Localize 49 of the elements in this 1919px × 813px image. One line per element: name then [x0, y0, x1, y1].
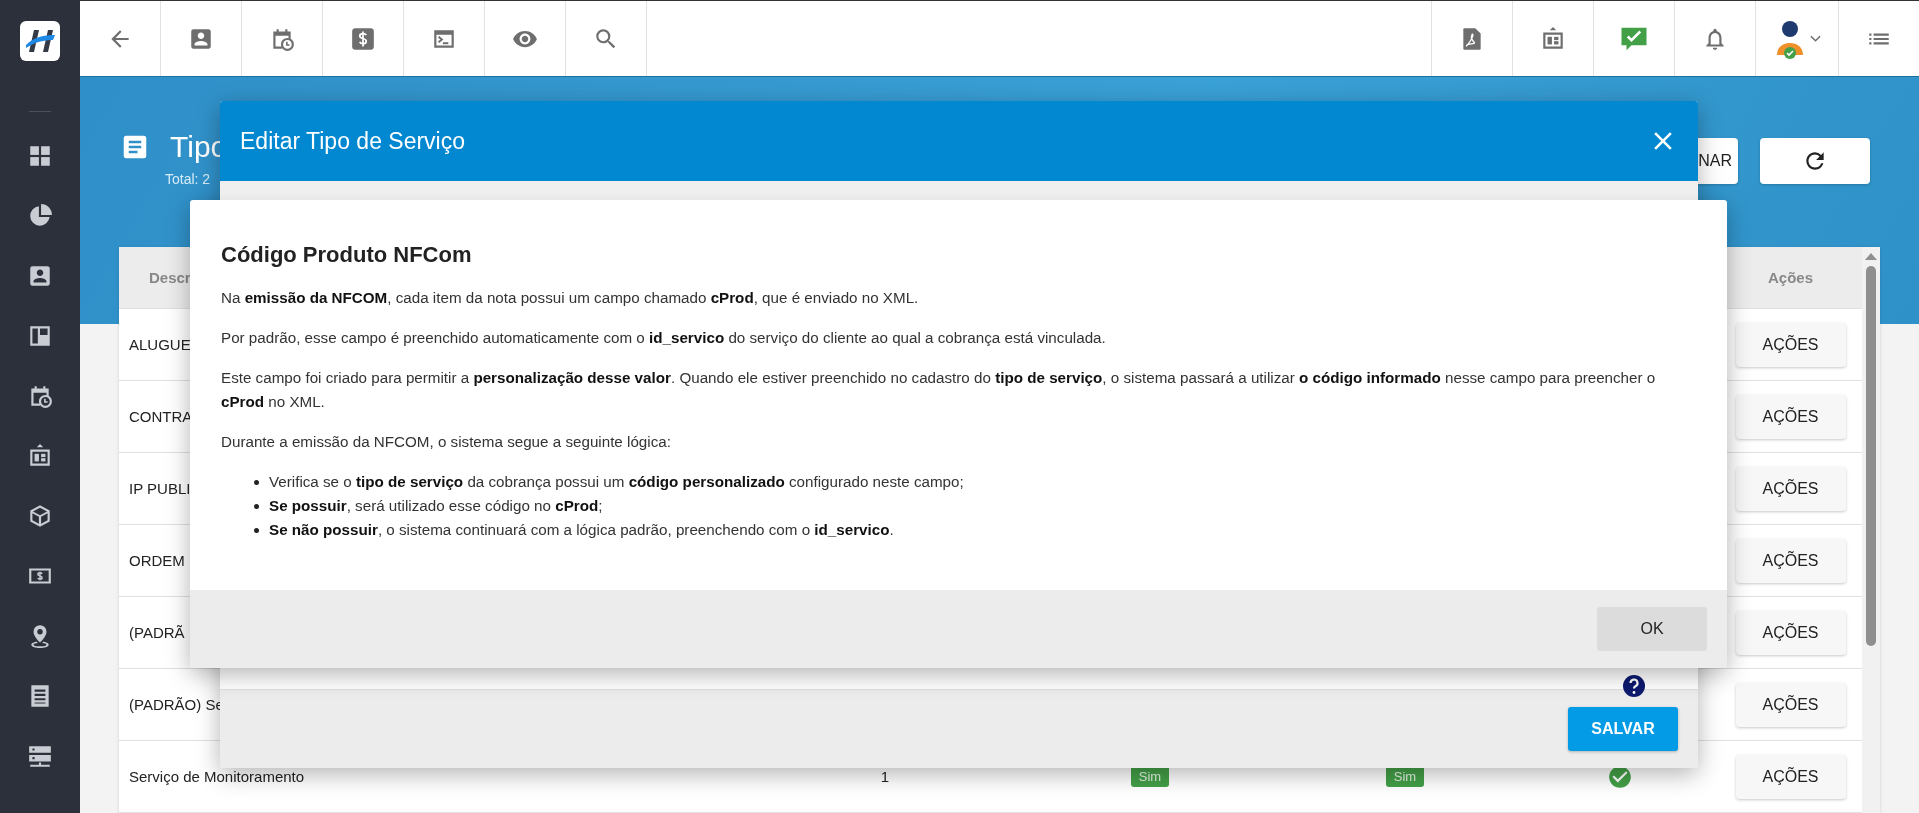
- pie-chart-icon: [27, 203, 53, 229]
- bullet-icon: [254, 479, 259, 485]
- table-cell: ORDEM: [129, 552, 185, 569]
- bullet-icon: [254, 503, 259, 509]
- paragraph: Na emissão da NFCOM, cada item da nota possui um campo chamado cProd, que é enviado no XML.: [221, 288, 920, 308]
- cube-icon: [27, 503, 53, 529]
- dashboard-icon: [27, 143, 53, 169]
- building-icon: [27, 443, 53, 469]
- dollar-icon: [350, 25, 376, 52]
- paragraph: Durante a emissão da NFCOM, o sistema segue a seguinte lógica:: [221, 432, 672, 452]
- actions-button[interactable]: AÇÕES: [1735, 754, 1846, 799]
- dialog-title: Código Produto NFCom: [221, 242, 473, 268]
- table-cell: 1: [880, 768, 890, 785]
- actions-button[interactable]: AÇÕES: [1735, 610, 1846, 655]
- actions-button[interactable]: AÇÕES: [1735, 322, 1846, 367]
- caret-icon: [1809, 35, 1821, 42]
- list-item: Se possuir, será utilizado esse código no cProd;: [269, 496, 603, 516]
- refresh-button[interactable]: [1760, 138, 1870, 184]
- actions-button[interactable]: AÇÕES: [1735, 538, 1846, 583]
- board-icon: [27, 323, 53, 349]
- status-badge: Sim: [1385, 766, 1425, 787]
- header-button[interactable]: NAR: [1696, 138, 1738, 184]
- column-header: Ações: [1768, 269, 1813, 286]
- logo-icon[interactable]: [20, 21, 60, 61]
- paragraph: Este campo foi criado para permitir a personalização desse valor. Quando ele estiver preenchido no cadastro do tipo de serviço, o sistema passará a utilizar o código informado nesse campo para preencher o cProd no XML.: [221, 368, 1657, 412]
- server-icon: [27, 743, 53, 769]
- scrollbar[interactable]: [1862, 247, 1880, 813]
- actions-button[interactable]: AÇÕES: [1735, 682, 1846, 727]
- table-cell: CONTRA: [129, 408, 193, 425]
- list-item: Verifica se o tipo de serviço da cobrança possui um código personalizado configurado neste campo;: [269, 472, 964, 492]
- dialog-title: Editar Tipo de Serviço: [240, 127, 465, 155]
- paragraph: Por padrão, esse campo é preenchido automaticamente com o id_servico do serviço do cliente ao qual a cobrança está vinculada.: [221, 328, 1107, 348]
- ok-button[interactable]: OK: [1597, 607, 1707, 651]
- actions-button[interactable]: AÇÕES: [1735, 394, 1846, 439]
- actions-button[interactable]: AÇÕES: [1735, 466, 1846, 511]
- help-icon[interactable]: [1622, 674, 1646, 698]
- scroll-up-arrow[interactable]: [1865, 253, 1877, 260]
- table-cell: ALUGUE: [129, 336, 191, 353]
- scroll-thumb[interactable]: [1866, 266, 1876, 646]
- table-cell: (PADRÃ: [129, 624, 185, 641]
- table-cell: Serviço de Monitoramento: [129, 768, 305, 785]
- status-badge: Sim: [1130, 766, 1170, 787]
- bullet-icon: [254, 527, 259, 533]
- building-icon: [1540, 25, 1566, 52]
- list-item: Se não possuir, o sistema continuará com a lógica padrão, preenchendo com o id_servico.: [269, 520, 894, 540]
- contact-icon: [27, 263, 53, 289]
- table-cell: IP PUBLI: [129, 480, 191, 497]
- total-count: Total: 2: [165, 171, 212, 187]
- column-header: Descr: [148, 269, 192, 286]
